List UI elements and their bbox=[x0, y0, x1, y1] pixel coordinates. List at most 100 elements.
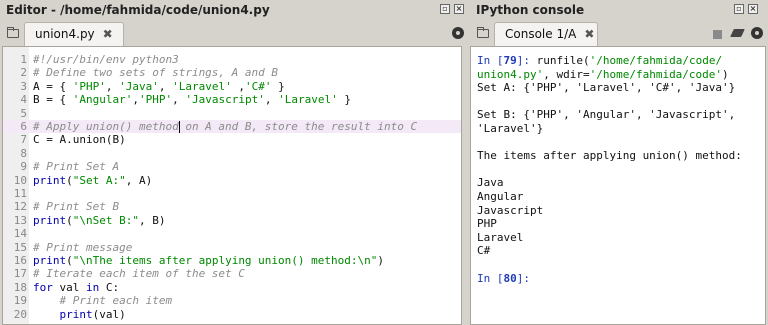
code-text: # Iterate each item of the set C bbox=[33, 267, 245, 280]
console-line: 'Laravel'} bbox=[477, 122, 543, 136]
code-line: 1 #!/usr/bin/env python3 bbox=[3, 53, 461, 66]
code-text: print(val) bbox=[33, 308, 126, 321]
code-line: 15 # Print message bbox=[3, 240, 461, 254]
code-text: for val in C: bbox=[33, 281, 119, 294]
close-icon[interactable]: × bbox=[454, 4, 464, 14]
code-line: 4B = { 'Angular','PHP', 'Javascript', 'L… bbox=[3, 93, 461, 106]
code-token: ( bbox=[66, 254, 73, 267]
line-number: 3 bbox=[20, 79, 27, 93]
console-line: Set B: {'PHP', 'Angular', 'Javascript', bbox=[477, 108, 735, 122]
line-number: 1 bbox=[20, 53, 27, 66]
undock-icon[interactable]: ▫ bbox=[440, 4, 450, 14]
console-line: Laravel bbox=[477, 231, 523, 245]
console-line: C# bbox=[477, 244, 490, 258]
line-number: 5 bbox=[20, 106, 27, 120]
code-line: 12 # Print Set B bbox=[3, 200, 461, 214]
code-line: 17 # Iterate each item of the set C bbox=[3, 267, 461, 281]
console-token: 79 bbox=[503, 54, 517, 67]
tab-console[interactable]: Console 1/A ✖ bbox=[494, 22, 598, 46]
tab-close-icon[interactable]: ✖ bbox=[584, 27, 594, 41]
console-line: In [79]: runfile('/home/fahmida/code/ bbox=[477, 54, 722, 68]
code-line: 6 # Apply union() method on A and B, stor… bbox=[3, 120, 461, 134]
code-token: print bbox=[33, 173, 67, 187]
code-line: 8 bbox=[3, 146, 461, 160]
line-number: 16 bbox=[13, 254, 27, 267]
code-token: 'PHP' bbox=[72, 79, 106, 93]
code-token: print bbox=[33, 254, 67, 267]
code-token: # Print message bbox=[33, 240, 133, 254]
line-number: 2 bbox=[20, 66, 27, 80]
line-number: 13 bbox=[13, 213, 27, 227]
code-text: #!/usr/bin/env python3 bbox=[33, 53, 179, 66]
console-token: ]: bbox=[516, 54, 537, 67]
editor-pane-titlebar: Editor - /home/fahmida/code/union4.py ▫ … bbox=[0, 0, 466, 20]
code-token: #!/usr/bin/env python3 bbox=[33, 53, 179, 66]
console-token: Javascript bbox=[477, 203, 544, 217]
console-token: , wdir= bbox=[543, 67, 590, 81]
line-number: 6 bbox=[20, 120, 27, 133]
code-text: # Apply union() method on A and B, store… bbox=[33, 120, 417, 133]
editor-tabbar: union4.py ✖ bbox=[0, 20, 466, 46]
console-line: Angular bbox=[477, 190, 523, 204]
code-token: 'PHP' bbox=[138, 93, 173, 107]
console-token: 80 bbox=[503, 271, 517, 285]
code-text: C = A.union(B) bbox=[33, 133, 126, 146]
code-line: 5 bbox=[3, 106, 461, 120]
console-token: Set B: {'PHP', 'Angular', 'Javascript', bbox=[477, 108, 736, 122]
code-token: for bbox=[33, 280, 53, 294]
console-token: Angular bbox=[477, 190, 524, 203]
tab-union4-py[interactable]: union4.py ✖ bbox=[24, 22, 124, 46]
code-token: 'Angular' bbox=[72, 93, 133, 107]
folder-icon[interactable] bbox=[477, 27, 489, 38]
code-token: 'Laravel' bbox=[278, 93, 338, 107]
eraser-icon[interactable] bbox=[730, 29, 745, 37]
line-number: 11 bbox=[13, 187, 27, 200]
code-text: B = { 'Angular','PHP', 'Javascript', 'La… bbox=[33, 93, 351, 106]
code-line: 13 print("\nSet B:", B) bbox=[3, 213, 461, 227]
line-number: 17 bbox=[13, 267, 27, 281]
line-number: 8 bbox=[20, 146, 27, 160]
console-token: In [ bbox=[477, 271, 504, 285]
console-tabbar: Console 1/A ✖ bbox=[470, 20, 768, 46]
code-token: "\nThe items after applying union() meth… bbox=[72, 254, 378, 267]
code-token: , bbox=[172, 93, 186, 107]
code-token: B = { bbox=[33, 93, 73, 107]
code-token: ) bbox=[377, 254, 385, 267]
code-editor[interactable]: 1 #!/usr/bin/env python3 2 # Define two set… bbox=[2, 46, 462, 325]
gear-icon[interactable] bbox=[452, 27, 464, 39]
code-token: # Define two sets of strings, A and B bbox=[33, 66, 279, 80]
line-number: 9 bbox=[20, 160, 27, 174]
code-token: , bbox=[158, 79, 173, 93]
ipython-console-output[interactable]: In [79]: runfile('/home/fahmida/code/uni… bbox=[470, 46, 766, 325]
console-token: C# bbox=[477, 244, 491, 258]
close-icon[interactable]: × bbox=[748, 4, 758, 14]
line-number: 18 bbox=[13, 280, 27, 294]
console-token: union4.py' bbox=[477, 67, 544, 81]
editor-pane-title: Editor - /home/fahmida/code/union4.py bbox=[6, 3, 270, 17]
code-token: ( bbox=[66, 173, 73, 187]
folder-icon[interactable] bbox=[7, 27, 19, 38]
code-token: , bbox=[231, 79, 245, 93]
code-line: 7 C = A.union(B) bbox=[3, 133, 461, 146]
console-line: Java bbox=[477, 176, 504, 190]
code-text: # Print Set B bbox=[33, 200, 119, 213]
code-line: 14 bbox=[3, 227, 461, 241]
line-number: 19 bbox=[13, 294, 27, 308]
console-line: The items after applying union() method: bbox=[477, 149, 742, 163]
code-token: # Iterate each item of the set C bbox=[33, 267, 245, 281]
code-text: print("\nSet B:", B) bbox=[33, 214, 165, 227]
line-number: 14 bbox=[13, 227, 27, 241]
undock-icon[interactable]: ▫ bbox=[734, 4, 744, 14]
code-line: 2 # Define two sets of strings, A and B bbox=[3, 66, 461, 80]
code-text: A = { 'PHP', 'Java', 'Laravel' ,'C#' } bbox=[33, 80, 285, 93]
gear-icon[interactable] bbox=[751, 27, 763, 39]
console-token: PHP bbox=[477, 217, 497, 231]
code-token: A = { bbox=[33, 79, 73, 93]
console-token: Set A: {'PHP', 'Laravel', 'C#', 'Java'} bbox=[477, 81, 736, 95]
tab-close-icon[interactable]: ✖ bbox=[103, 27, 113, 41]
code-token: print bbox=[59, 307, 93, 321]
line-number: 12 bbox=[13, 200, 27, 214]
console-line: union4.py', wdir='/home/fahmida/code') bbox=[477, 68, 729, 82]
stop-icon[interactable] bbox=[713, 30, 722, 39]
